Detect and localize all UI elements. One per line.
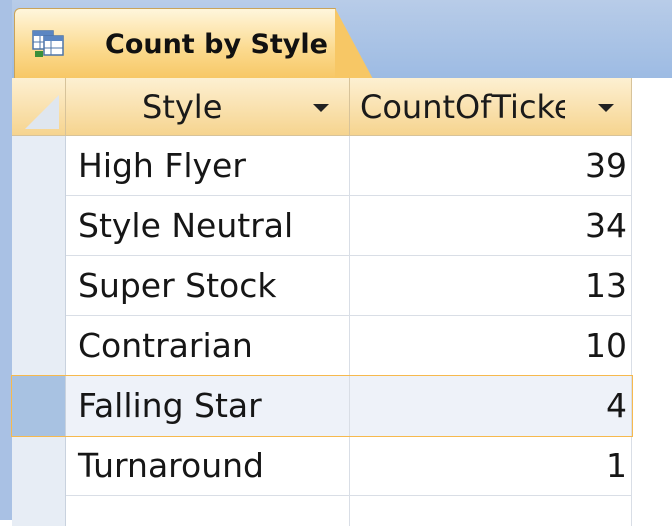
column-dropdown-arrow-icon[interactable] [313,104,329,112]
table-row[interactable]: Style Neutral 34 [12,196,632,256]
select-all-triangle-icon [25,95,59,129]
table-row-selected[interactable]: Falling Star 4 [11,375,633,437]
datasheet-grid: Style CountOfTicker High Flyer 39 Style … [11,78,672,526]
window-left-edge [0,0,12,520]
cell-style[interactable]: Contrarian [66,316,350,376]
cell-style[interactable]: Turnaround [66,436,350,496]
record-selector[interactable] [12,196,66,256]
cell-count[interactable]: 1 [350,436,632,496]
tab-slant [335,8,373,79]
tab-count-by-style[interactable]: Count by Style [14,8,373,79]
cell-style[interactable]: Style Neutral [66,196,350,256]
column-header-row: Style CountOfTicker [12,78,672,136]
cell-count[interactable]: 10 [350,316,632,376]
record-selector[interactable] [12,436,66,496]
column-header-label: Style [142,88,223,126]
cell-style[interactable]: Falling Star [66,376,350,436]
record-selector[interactable] [12,136,66,196]
record-selector-current[interactable] [12,376,66,436]
record-selector[interactable] [12,496,66,526]
column-header-label: CountOfTicker [360,88,565,126]
query-datasheet-icon [32,30,64,57]
table-row[interactable]: High Flyer 39 [12,136,632,196]
new-record-row[interactable] [12,496,632,526]
cell-count[interactable]: 13 [350,256,632,316]
table-row[interactable]: Turnaround 1 [12,436,632,496]
cell-style-empty[interactable] [66,496,350,526]
cell-style[interactable]: Super Stock [66,256,350,316]
table-row[interactable]: Super Stock 13 [12,256,632,316]
cell-count[interactable]: 34 [350,196,632,256]
select-all-button[interactable] [12,78,66,136]
column-header-countofticker[interactable]: CountOfTicker [350,78,632,136]
tab-label: Count by Style [105,29,328,60]
table-row[interactable]: Contrarian 10 [12,316,632,376]
record-selector[interactable] [12,316,66,376]
cell-count-empty[interactable] [350,496,632,526]
record-selector[interactable] [12,256,66,316]
datasheet-rows: High Flyer 39 Style Neutral 34 Super Sto… [11,136,633,526]
cell-count[interactable]: 4 [350,376,632,436]
cell-style[interactable]: High Flyer [66,136,350,196]
cell-count[interactable]: 39 [350,136,632,196]
column-dropdown-arrow-icon[interactable] [598,104,614,112]
column-header-style[interactable]: Style [66,78,350,136]
document-tabstrip: Count by Style [0,0,672,520]
